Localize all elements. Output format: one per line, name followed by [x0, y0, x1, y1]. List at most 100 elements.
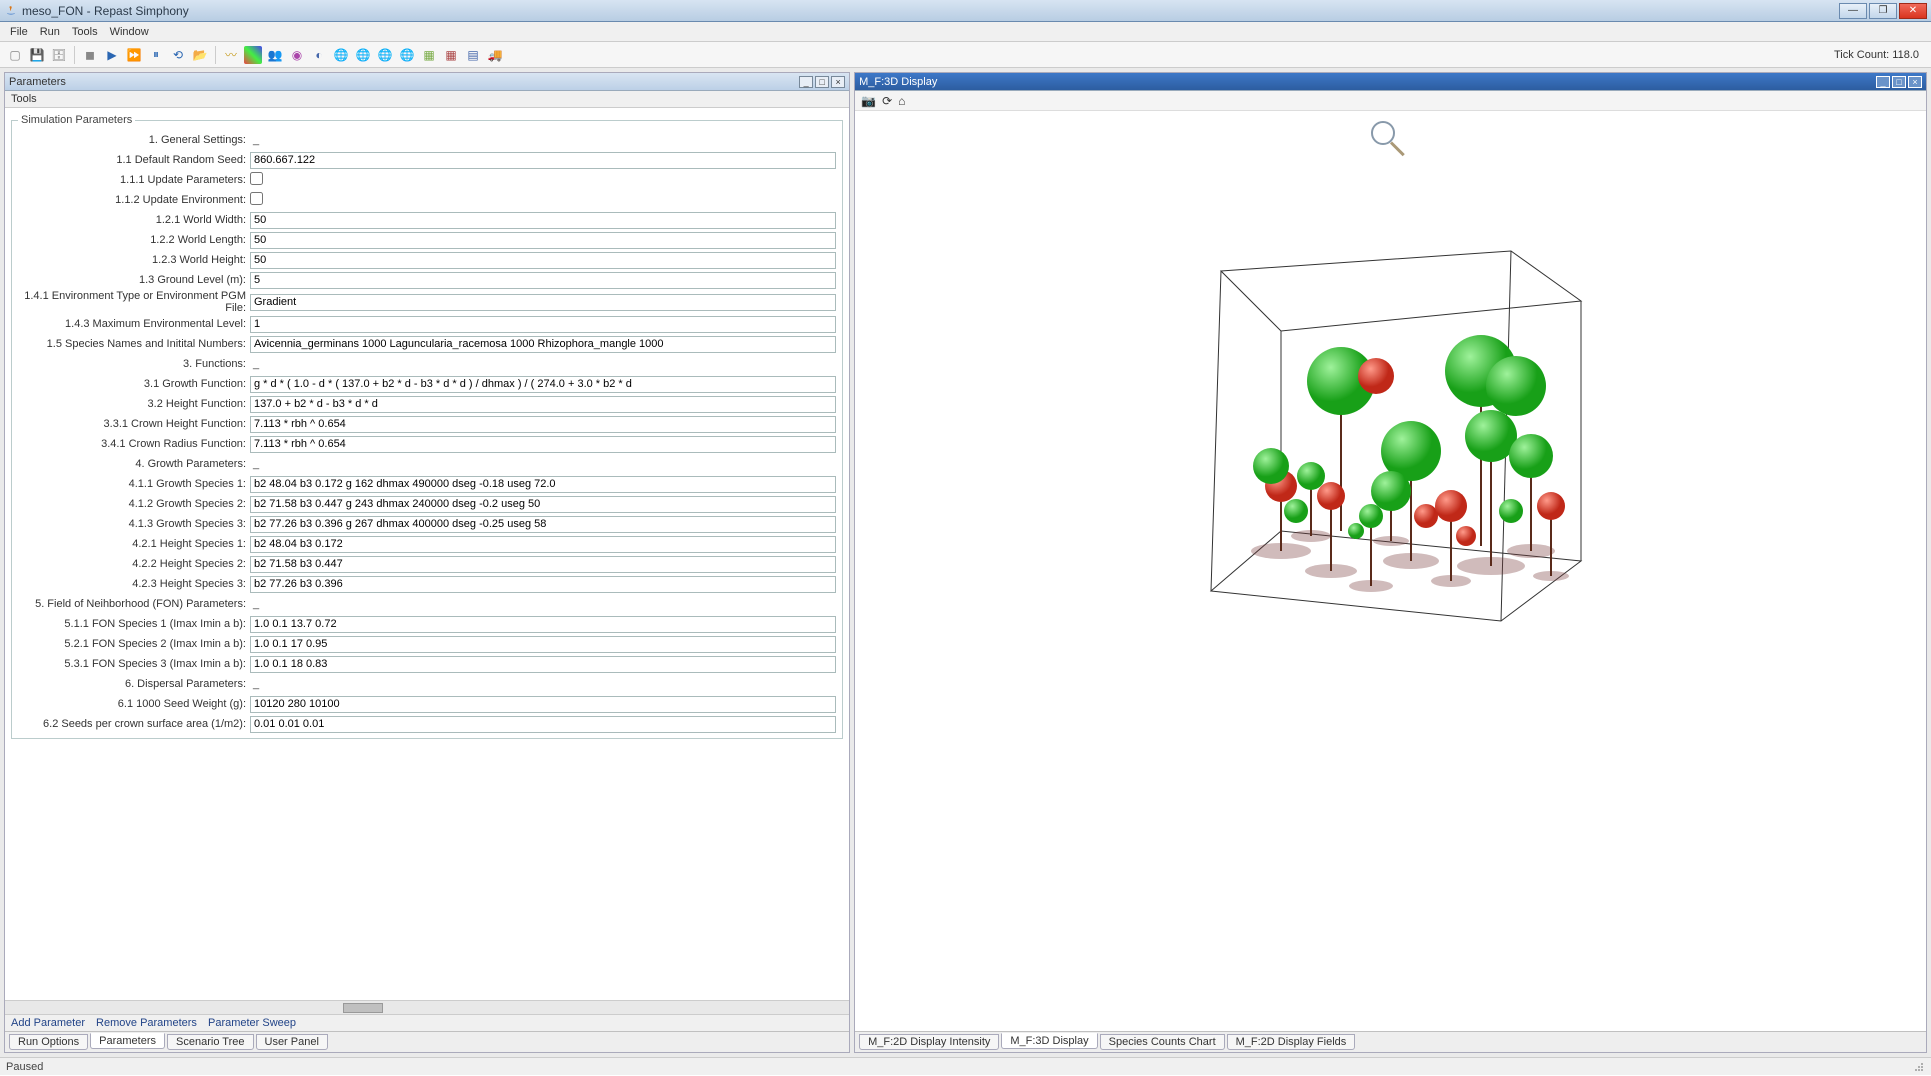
tab[interactable]: Run Options — [9, 1034, 88, 1050]
param-label: 5.1.1 FON Species 1 (Imax Imin a b): — [18, 618, 250, 630]
panel-close-icon[interactable]: × — [831, 76, 845, 88]
param-input[interactable] — [250, 336, 836, 353]
close-button[interactable]: ✕ — [1899, 3, 1927, 19]
param-input[interactable] — [250, 416, 836, 433]
tool-icon-1[interactable]: 〰 — [222, 46, 240, 64]
db-icon[interactable]: 🗄 — [50, 46, 68, 64]
remove-parameters-link[interactable]: Remove Parameters — [96, 1017, 197, 1029]
param-input[interactable] — [250, 252, 836, 269]
param-label: 4.1.2 Growth Species 2: — [18, 498, 250, 510]
param-input[interactable] — [250, 716, 836, 733]
tools-label[interactable]: Tools — [5, 91, 849, 108]
param-row: 4.2.1 Height Species 1: — [18, 534, 836, 554]
tool-icon-4[interactable]: ◉ — [288, 46, 306, 64]
param-checkbox[interactable] — [250, 192, 263, 205]
restore-button[interactable]: ❐ — [1869, 3, 1897, 19]
parameters-panel: Parameters _ □ × Tools Simulation Parame… — [4, 72, 850, 1053]
main-toolbar: ▢ 💾 🗄 ◼ ▶ ⏩ ⏸ ⟲ 📂 〰 👥 ◉ ◐ 🌐 🌐 🌐 🌐 ▦ ▦ ▤ … — [0, 42, 1931, 68]
menu-window[interactable]: Window — [104, 24, 155, 40]
3d-viewport[interactable] — [855, 111, 1926, 1031]
param-plain: _ — [250, 134, 259, 146]
refresh-icon[interactable]: ⟳ — [882, 94, 892, 108]
tool-icon-6[interactable]: ▦ — [420, 46, 438, 64]
parameters-scroll[interactable]: Simulation Parameters 1. General Setting… — [5, 108, 849, 1000]
status-bar: Paused — [0, 1057, 1931, 1075]
new-icon[interactable]: ▢ — [6, 46, 24, 64]
panel-minimize-icon[interactable]: _ — [1876, 76, 1890, 88]
globe-icon-4[interactable]: 🌐 — [398, 46, 416, 64]
param-input[interactable] — [250, 212, 836, 229]
add-parameter-link[interactable]: Add Parameter — [11, 1017, 85, 1029]
param-input[interactable] — [250, 636, 836, 653]
camera-icon[interactable]: 📷 — [861, 94, 876, 108]
param-row: 1.1.1 Update Parameters: — [18, 170, 836, 190]
tool-icon-3[interactable]: 👥 — [266, 46, 284, 64]
param-input[interactable] — [250, 496, 836, 513]
menu-file[interactable]: File — [4, 24, 34, 40]
param-row: 4. Growth Parameters:_ — [18, 454, 836, 474]
param-checkbox[interactable] — [250, 172, 263, 185]
minimize-button[interactable]: — — [1839, 3, 1867, 19]
param-input[interactable] — [250, 396, 836, 413]
param-input[interactable] — [250, 536, 836, 553]
param-input[interactable] — [250, 516, 836, 533]
globe-icon-2[interactable]: 🌐 — [354, 46, 372, 64]
param-input[interactable] — [250, 294, 836, 311]
param-label: 6. Dispersal Parameters: — [18, 678, 250, 690]
param-input[interactable] — [250, 556, 836, 573]
tab[interactable]: Species Counts Chart — [1100, 1034, 1225, 1050]
param-row: 6.1 1000 Seed Weight (g): — [18, 694, 836, 714]
tab[interactable]: M_F:2D Display Intensity — [859, 1034, 999, 1050]
tab[interactable]: M_F:3D Display — [1001, 1033, 1097, 1049]
param-input[interactable] — [250, 696, 836, 713]
param-label: 1.1.2 Update Environment: — [18, 194, 250, 206]
scrollbar-thumb[interactable] — [343, 1003, 383, 1013]
param-input[interactable] — [250, 476, 836, 493]
stop-icon[interactable]: ◼ — [81, 46, 99, 64]
truck-icon[interactable]: 🚚 — [486, 46, 504, 64]
menu-tools[interactable]: Tools — [66, 24, 104, 40]
play-icon[interactable]: ▶ — [103, 46, 121, 64]
param-input[interactable] — [250, 576, 836, 593]
panel-maximize-icon[interactable]: □ — [815, 76, 829, 88]
pause-icon[interactable]: ⏸ — [147, 46, 165, 64]
param-label: 5.2.1 FON Species 2 (Imax Imin a b): — [18, 638, 250, 650]
param-row: 5. Field of Neihborhood (FON) Parameters… — [18, 594, 836, 614]
tool-icon-5[interactable]: ◐ — [310, 46, 328, 64]
param-input[interactable] — [250, 152, 836, 169]
globe-icon-1[interactable]: 🌐 — [332, 46, 350, 64]
tool-icon-7[interactable]: ▦ — [442, 46, 460, 64]
parameters-links: Add Parameter Remove Parameters Paramete… — [5, 1014, 849, 1031]
globe-icon-3[interactable]: 🌐 — [376, 46, 394, 64]
param-input[interactable] — [250, 376, 836, 393]
tab[interactable]: M_F:2D Display Fields — [1227, 1034, 1356, 1050]
panel-minimize-icon[interactable]: _ — [799, 76, 813, 88]
panel-close-icon[interactable]: × — [1908, 76, 1922, 88]
tab[interactable]: Parameters — [90, 1033, 165, 1049]
reset-icon[interactable]: ⟲ — [169, 46, 187, 64]
param-input[interactable] — [250, 436, 836, 453]
param-label: 1. General Settings: — [18, 134, 250, 146]
param-row: 1.4.3 Maximum Environmental Level: — [18, 314, 836, 334]
step-icon[interactable]: ⏩ — [125, 46, 143, 64]
tool-icon-8[interactable]: ▤ — [464, 46, 482, 64]
parameter-sweep-link[interactable]: Parameter Sweep — [208, 1017, 296, 1029]
menu-bar: File Run Tools Window — [0, 22, 1931, 42]
panel-maximize-icon[interactable]: □ — [1892, 76, 1906, 88]
param-input[interactable] — [250, 656, 836, 673]
param-input[interactable] — [250, 232, 836, 249]
param-row: 1.3 Ground Level (m): — [18, 270, 836, 290]
save-icon[interactable]: 💾 — [28, 46, 46, 64]
tab[interactable]: User Panel — [256, 1034, 328, 1050]
param-input[interactable] — [250, 616, 836, 633]
tool-icon-2[interactable] — [244, 46, 262, 64]
resize-grip[interactable] — [1913, 1061, 1925, 1073]
home-icon[interactable]: ⌂ — [898, 94, 905, 108]
horizontal-scrollbar[interactable] — [5, 1000, 849, 1014]
param-input[interactable] — [250, 272, 836, 289]
tab[interactable]: Scenario Tree — [167, 1034, 253, 1050]
folder-icon[interactable]: 📂 — [191, 46, 209, 64]
menu-run[interactable]: Run — [34, 24, 66, 40]
param-input[interactable] — [250, 316, 836, 333]
param-row: 3.2 Height Function: — [18, 394, 836, 414]
